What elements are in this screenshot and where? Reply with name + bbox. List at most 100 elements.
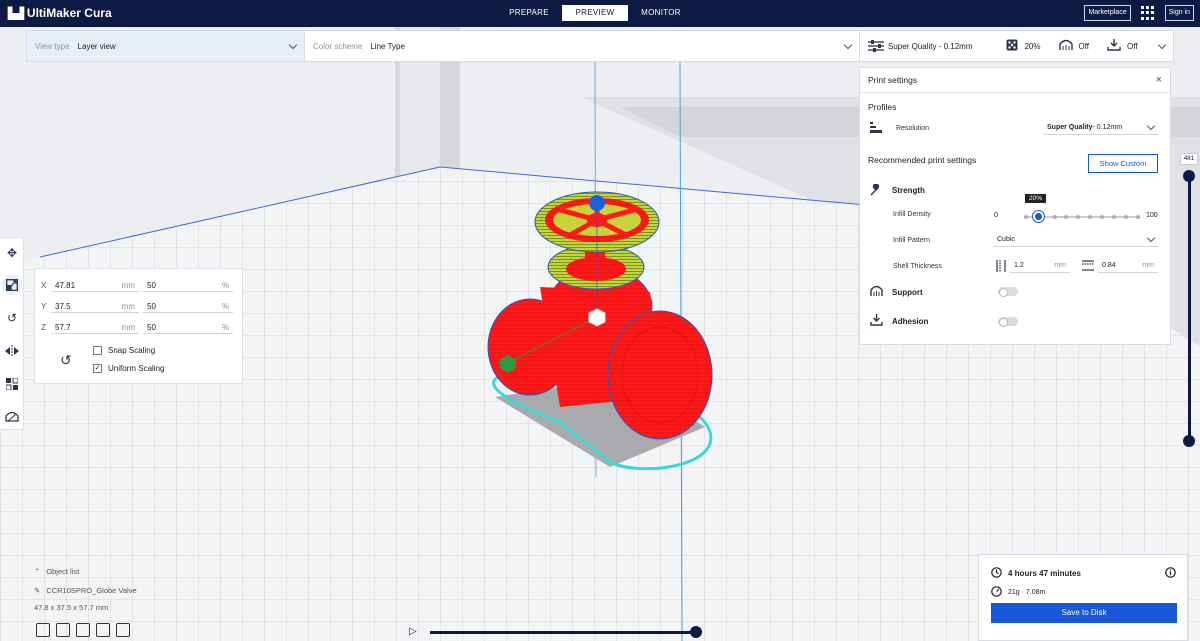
resolution-select[interactable]: Super Quality - 0.12mm [1043, 121, 1158, 135]
wall-thickness-icon [996, 260, 1006, 274]
layer-slider-track[interactable] [1188, 175, 1191, 441]
support-blocker-icon[interactable] [2, 406, 22, 426]
tab-preview[interactable]: PREVIEW [562, 5, 628, 21]
gauge-icon [991, 586, 1002, 599]
support-toggle[interactable] [998, 287, 1018, 297]
adhesion-icon [1107, 39, 1121, 53]
chevron-down-icon [843, 40, 853, 49]
unit-mm: mm [1142, 261, 1154, 269]
header-bar: ▙▟ UltiMaker Cura PREPARE PREVIEW MONITO… [0, 0, 1200, 27]
object-list-header: Object list [46, 567, 80, 576]
infill-slider-handle[interactable] [1033, 211, 1044, 222]
scale-tool-panel: X 47.81 mm 50% Y 37.5 mm 50% Z 57.7 mm 50% … [34, 268, 243, 384]
info-icon[interactable] [1165, 567, 1176, 580]
layer-slider-bottom-handle[interactable] [1183, 435, 1195, 447]
show-custom-button[interactable]: Show Custom [1088, 154, 1158, 173]
view-control-bar: View type Layer view Color scheme Line T… [26, 30, 1174, 62]
y-mm-field[interactable]: 37.5 mm [51, 300, 139, 313]
infill-pattern-label: Infill Pattern [893, 237, 930, 244]
x-percent-field[interactable]: 50% [143, 279, 233, 292]
per-model-settings-icon[interactable] [2, 374, 22, 394]
print-time-row: 4 hours 47 minutes [991, 567, 1081, 580]
layer-slider-top-handle[interactable] [1183, 170, 1195, 182]
support-icon [870, 285, 883, 300]
path-slider-track[interactable] [430, 631, 696, 634]
object-name: CCR10SPRO_Globe Valve [46, 586, 137, 595]
object-name-row[interactable]: ✎ CCR10SPRO_Globe Valve [34, 586, 137, 595]
print-time: 4 hours 47 minutes [1008, 569, 1081, 578]
color-scheme-select[interactable]: Color scheme Line Type [305, 31, 860, 61]
rotate-icon[interactable]: ↺ [2, 308, 22, 328]
strength-heading: Strength [892, 186, 925, 195]
view-left-icon[interactable] [96, 623, 110, 637]
print-estimate-panel: 4 hours 47 minutes 21g · 7.08m Save to D… [978, 554, 1188, 641]
axis-z-label: Z [41, 323, 46, 332]
close-icon[interactable]: × [1156, 74, 1162, 86]
color-scheme-label: Color scheme [313, 41, 363, 51]
infill-max: 100 [1146, 212, 1158, 219]
wall-thickness-field[interactable]: 1.2 mm [1010, 258, 1070, 273]
play-icon[interactable]: ▷ [409, 626, 417, 637]
camera-view-buttons [36, 623, 130, 637]
axis-y-label: Y [41, 302, 47, 311]
slider-tick [1100, 215, 1104, 219]
view-type-select[interactable]: View type Layer view [27, 31, 305, 61]
infill-icon [1006, 39, 1018, 53]
unit-mm: mm [121, 280, 135, 290]
axis-x-label: X [41, 281, 47, 290]
view-top-icon[interactable] [76, 623, 90, 637]
tab-prepare[interactable]: PREPARE [496, 5, 562, 21]
apps-grid-icon[interactable] [1140, 6, 1155, 20]
check-icon: ✓ [93, 364, 102, 373]
slider-tick [1064, 215, 1068, 219]
slider-tick [1076, 215, 1080, 219]
signin-button[interactable]: Sign in [1164, 5, 1194, 21]
infill-pattern-select[interactable]: Cubic [993, 232, 1158, 247]
material-usage: 21g · 7.08m [1008, 589, 1046, 596]
x-mm-value: 47.81 [55, 280, 76, 290]
marketplace-button[interactable]: Marketplace [1084, 5, 1131, 21]
resolution-value-bold: Super Quality [1047, 124, 1093, 131]
chevron-down-icon [288, 40, 298, 49]
object-dimensions: 47.8 x 37.5 x 57.7 mm [34, 603, 109, 612]
view-3d-icon[interactable] [36, 623, 50, 637]
infill-min: 0 [994, 212, 998, 219]
z-mm-field[interactable]: 57.7 mm [51, 321, 139, 334]
z-percent-field[interactable]: 50% [143, 321, 233, 334]
scale-icon[interactable] [2, 275, 22, 295]
layer-number-label[interactable]: 481 [1180, 153, 1198, 165]
snap-scaling-label: Snap Scaling [108, 346, 156, 355]
recommended-heading: Recommended print settings [868, 155, 977, 165]
scale-row-z: Z 57.7 mm 50% [41, 321, 233, 334]
top-bottom-thickness-field[interactable]: 0.84 mm [1098, 258, 1158, 273]
adhesion-toggle[interactable] [998, 317, 1018, 327]
app-name: UltiMaker Cura [26, 6, 112, 20]
view-front-icon[interactable] [56, 623, 70, 637]
resolution-icon [870, 122, 882, 137]
object-list-toggle[interactable]: ⌃ Object list [34, 567, 79, 576]
print-settings-summary[interactable]: Super Quality - 0.12mm 20% Off Off [860, 31, 1173, 61]
tab-monitor[interactable]: MONITOR [628, 5, 694, 21]
slider-tick [1112, 215, 1116, 219]
print-settings-title: Print settings [868, 75, 918, 85]
infill-tooltip: 20% [1025, 194, 1047, 203]
y-mm-value: 37.5 [55, 301, 71, 311]
chevron-down-icon [1157, 40, 1167, 49]
move-icon[interactable]: ✥ [2, 243, 22, 263]
strength-wrench-icon [870, 183, 882, 199]
y-percent-field[interactable]: 50% [143, 300, 233, 313]
x-mm-field[interactable]: 47.81 mm [51, 279, 139, 292]
view-right-icon[interactable] [116, 623, 130, 637]
snap-scaling-checkbox[interactable]: Snap Scaling [93, 346, 155, 355]
print-settings-panel: Print settings × Profiles Resolution Sup… [859, 67, 1171, 345]
mirror-icon[interactable] [2, 341, 22, 361]
print-settings-header: Print settings × [860, 68, 1170, 93]
path-slider-handle[interactable] [690, 626, 702, 638]
infill-density-slider[interactable]: 0 100 [994, 209, 1158, 225]
stage-tabs: PREPARE PREVIEW MONITOR [496, 5, 694, 21]
reset-icon[interactable]: ↺ [60, 352, 72, 369]
adhesion-summary: Off [1127, 41, 1138, 51]
sliders-icon [868, 40, 884, 52]
uniform-scaling-checkbox[interactable]: ✓ Uniform Scaling [93, 364, 164, 373]
save-to-disk-button[interactable]: Save to Disk [991, 603, 1177, 623]
